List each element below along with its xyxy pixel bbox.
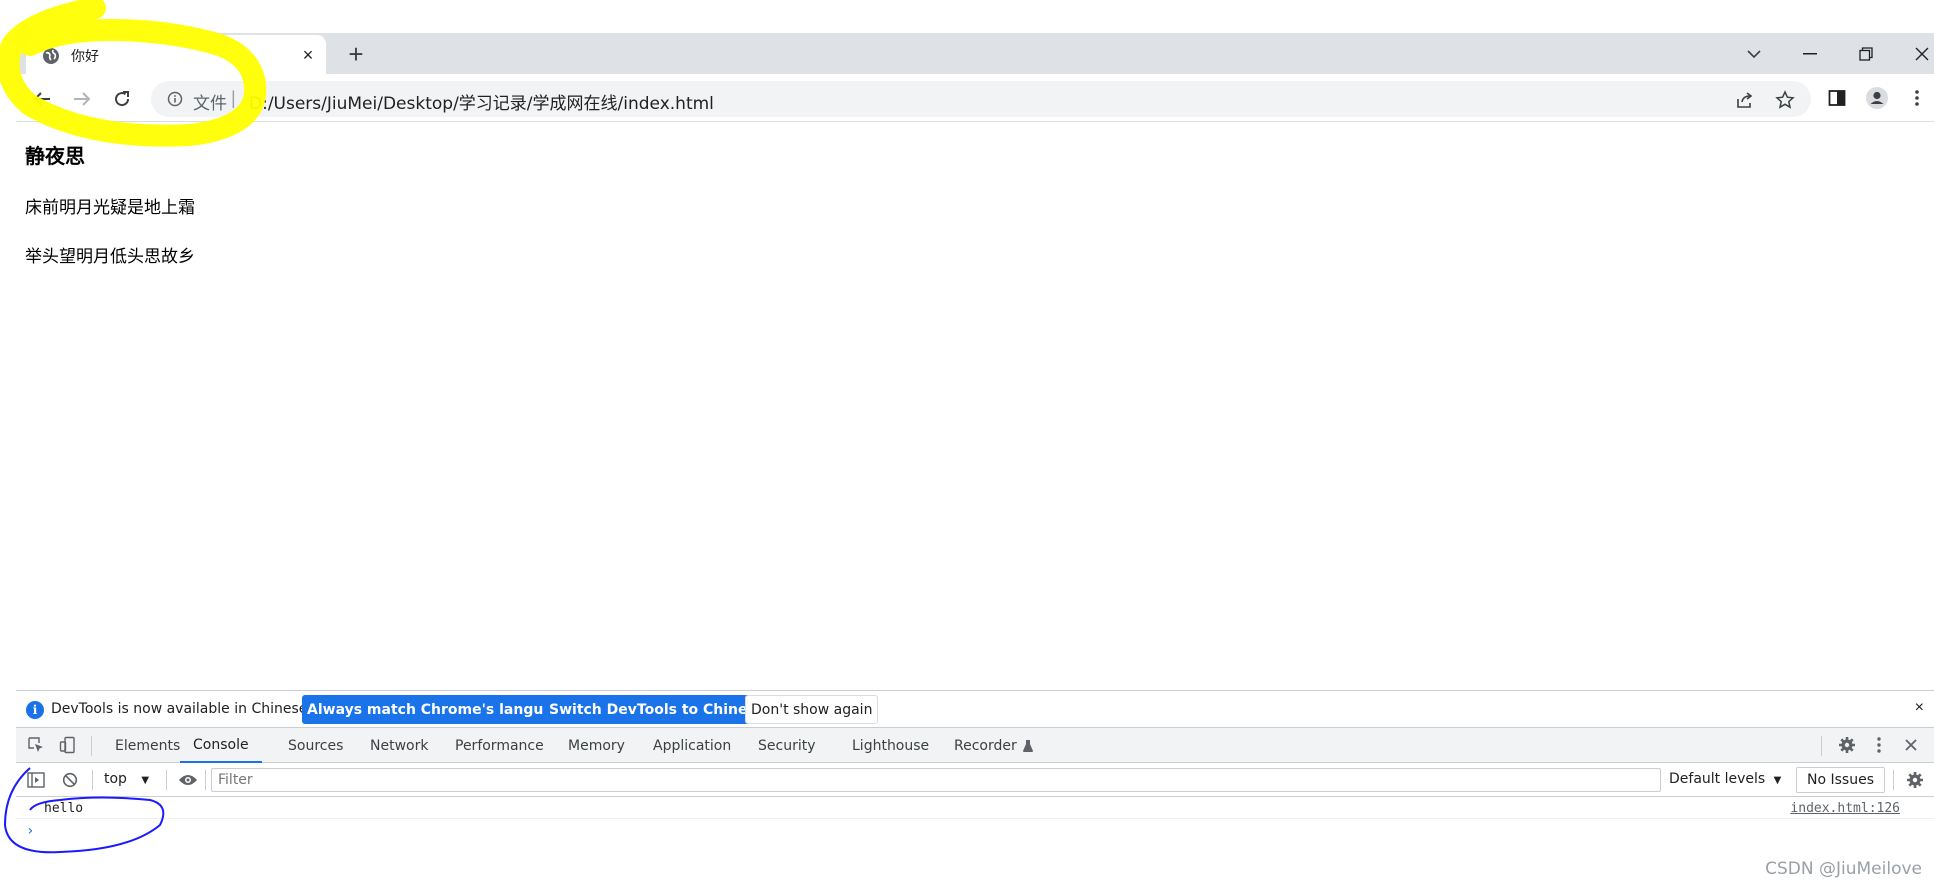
levels-arrow-icon: ▼ xyxy=(1773,775,1782,786)
share-icon[interactable] xyxy=(1734,89,1756,111)
site-info-icon[interactable] xyxy=(167,91,183,107)
page-content: 静夜思 床前明月光疑是地上霜 举头望明月低头思故乡 xyxy=(25,140,195,291)
live-expression-eye-icon[interactable] xyxy=(176,768,200,792)
minimize-icon[interactable] xyxy=(1782,33,1838,74)
tab-recorder[interactable]: Recorder xyxy=(954,728,1033,763)
tab-title: 你好 xyxy=(71,49,99,65)
flask-icon xyxy=(1022,739,1033,752)
url-text[interactable]: D:/Users/JiuMei/Desktop/学习记录/学成网在线/index… xyxy=(249,89,714,114)
tab-recorder-label: Recorder xyxy=(954,737,1017,754)
tab-search-chevron-icon[interactable] xyxy=(1726,33,1782,74)
tab-console[interactable]: Console xyxy=(180,728,262,763)
settings-gear-icon[interactable] xyxy=(1835,733,1859,757)
scheme-label: 文件 xyxy=(193,94,227,114)
browser-toolbar: 文件 | D:/Users/JiuMei/Desktop/学习记录/学成网在线/… xyxy=(16,74,1934,122)
context-selector[interactable]: top ▼ xyxy=(104,771,149,787)
devtools-panel: i DevTools is now available in Chinese! … xyxy=(16,690,1934,887)
restore-icon[interactable] xyxy=(1838,33,1894,74)
globe-icon xyxy=(42,47,60,65)
clear-console-icon[interactable] xyxy=(58,768,82,792)
console-message-row: hello index.html:126 xyxy=(16,797,1934,819)
console-settings-gear-icon[interactable] xyxy=(1903,768,1927,792)
device-toolbar-icon[interactable] xyxy=(56,733,80,757)
log-levels-label: Default levels xyxy=(1669,771,1766,787)
tab-strip: 你好 × + xyxy=(16,33,1934,74)
close-tab-icon[interactable]: × xyxy=(296,43,320,67)
browser-tab[interactable]: 你好 × xyxy=(26,35,326,74)
infobar-close-icon[interactable]: × xyxy=(1915,699,1924,717)
infobar-message: DevTools is now available in Chinese! xyxy=(51,701,313,717)
sidebar-toggle-icon[interactable] xyxy=(24,768,48,792)
back-arrow-icon[interactable] xyxy=(26,83,58,115)
side-panel-icon[interactable] xyxy=(1825,86,1849,110)
toolbar-divider-right xyxy=(1821,736,1822,756)
new-tab-button[interactable]: + xyxy=(341,39,371,69)
toolbar-divider xyxy=(91,736,92,756)
devtools-more-icon[interactable] xyxy=(1867,733,1891,757)
address-bar[interactable]: 文件 | D:/Users/JiuMei/Desktop/学习记录/学成网在线/… xyxy=(151,81,1811,117)
console-source-link[interactable]: index.html:126 xyxy=(1790,801,1900,816)
switch-to-chinese-button[interactable]: Switch DevTools to Chinese xyxy=(544,695,771,724)
info-icon: i xyxy=(26,701,44,719)
language-infobar: i DevTools is now available in Chinese! … xyxy=(16,691,1934,728)
console-toolbar: top ▼ Default levels ▼ No Issues xyxy=(16,763,1934,797)
tab-lighthouse[interactable]: Lighthouse xyxy=(852,728,929,763)
console-divider-4 xyxy=(1893,770,1894,790)
tab-performance[interactable]: Performance xyxy=(455,728,544,763)
console-divider-2 xyxy=(166,770,167,790)
forward-arrow-icon[interactable] xyxy=(66,83,98,115)
context-label: top xyxy=(104,771,127,787)
tab-application[interactable]: Application xyxy=(653,728,731,763)
dont-show-again-button[interactable]: Don't show again xyxy=(745,695,879,724)
tab-elements[interactable]: Elements xyxy=(115,728,180,763)
profile-avatar-icon[interactable] xyxy=(1865,86,1889,110)
bookmark-star-icon[interactable] xyxy=(1774,89,1796,111)
watermark: CSDN @JiuMeilove xyxy=(1765,859,1922,879)
inspect-element-icon[interactable] xyxy=(24,733,48,757)
more-menu-icon[interactable] xyxy=(1905,86,1929,110)
close-devtools-icon[interactable] xyxy=(1899,733,1923,757)
console-prompt[interactable]: › xyxy=(26,823,34,839)
tab-security[interactable]: Security xyxy=(758,728,816,763)
console-message-text: hello xyxy=(44,801,84,816)
console-filter-input[interactable] xyxy=(211,768,1661,792)
dropdown-arrow-icon: ▼ xyxy=(141,775,150,786)
poem-line-2: 举头望明月低头思故乡 xyxy=(25,247,195,267)
poem-line-1: 床前明月光疑是地上霜 xyxy=(25,198,195,218)
always-match-language-button[interactable]: Always match Chrome's language xyxy=(302,695,578,724)
tab-network[interactable]: Network xyxy=(370,728,428,763)
log-levels-dropdown[interactable]: Default levels ▼ xyxy=(1669,771,1781,787)
tab-memory[interactable]: Memory xyxy=(568,728,625,763)
console-divider-3 xyxy=(205,770,206,790)
address-separator: | xyxy=(231,88,236,108)
console-divider xyxy=(92,770,93,790)
close-window-icon[interactable] xyxy=(1894,33,1934,74)
devtools-tab-bar: Elements Console Sources Network Perform… xyxy=(16,728,1934,763)
poem-title: 静夜思 xyxy=(25,144,85,168)
issues-button[interactable]: No Issues xyxy=(1796,767,1885,793)
reload-icon[interactable] xyxy=(106,83,138,115)
tab-sources[interactable]: Sources xyxy=(288,728,343,763)
